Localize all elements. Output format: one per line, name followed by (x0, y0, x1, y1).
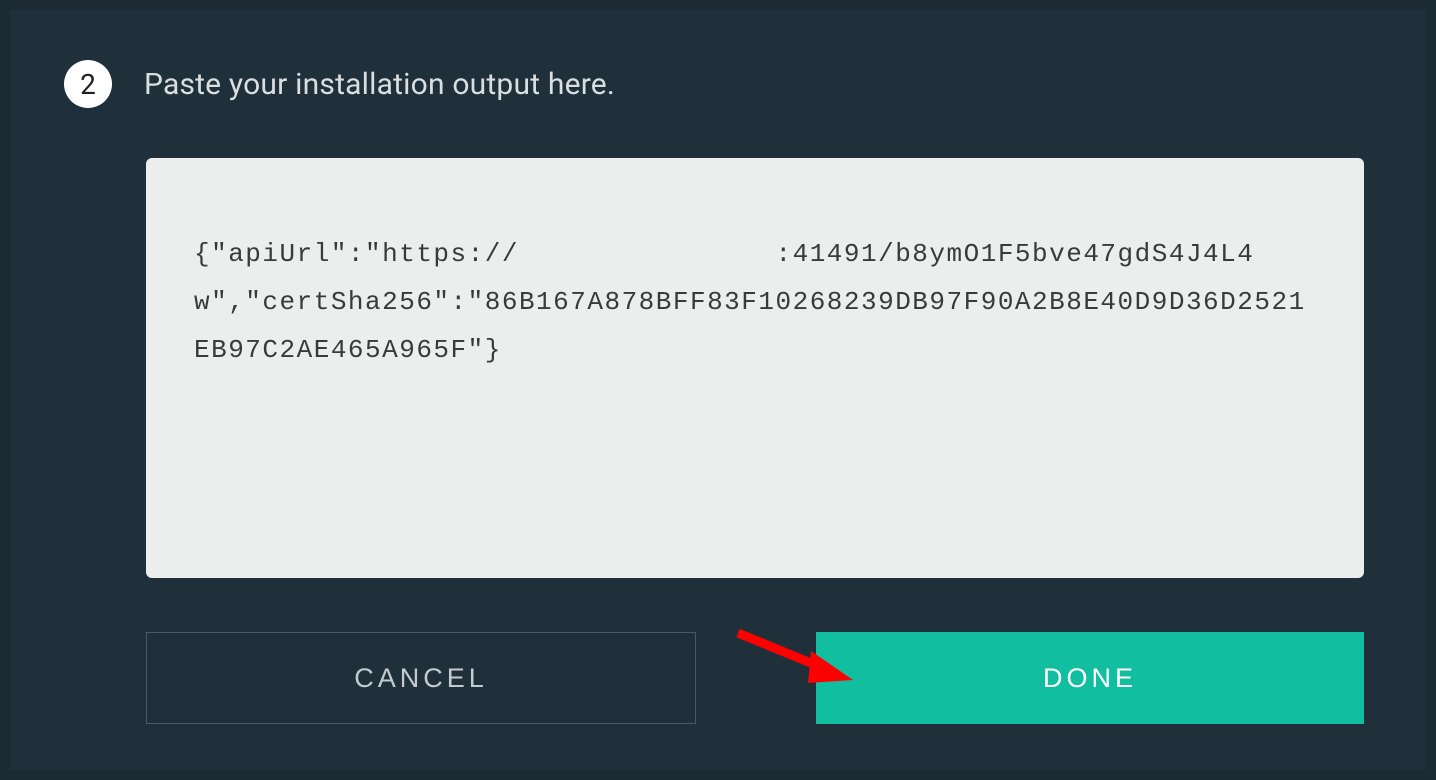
textarea-container (146, 158, 1364, 582)
installation-output-textarea[interactable] (146, 158, 1364, 578)
installation-step-panel: 2 Paste your installation output here. C… (10, 10, 1426, 770)
cancel-button[interactable]: CANCEL (146, 632, 696, 724)
step-number-badge: 2 (64, 60, 112, 108)
step-header: 2 Paste your installation output here. (64, 60, 1386, 108)
done-button[interactable]: DONE (816, 632, 1364, 724)
step-title: Paste your installation output here. (144, 67, 615, 102)
button-row: CANCEL DONE (146, 632, 1364, 724)
